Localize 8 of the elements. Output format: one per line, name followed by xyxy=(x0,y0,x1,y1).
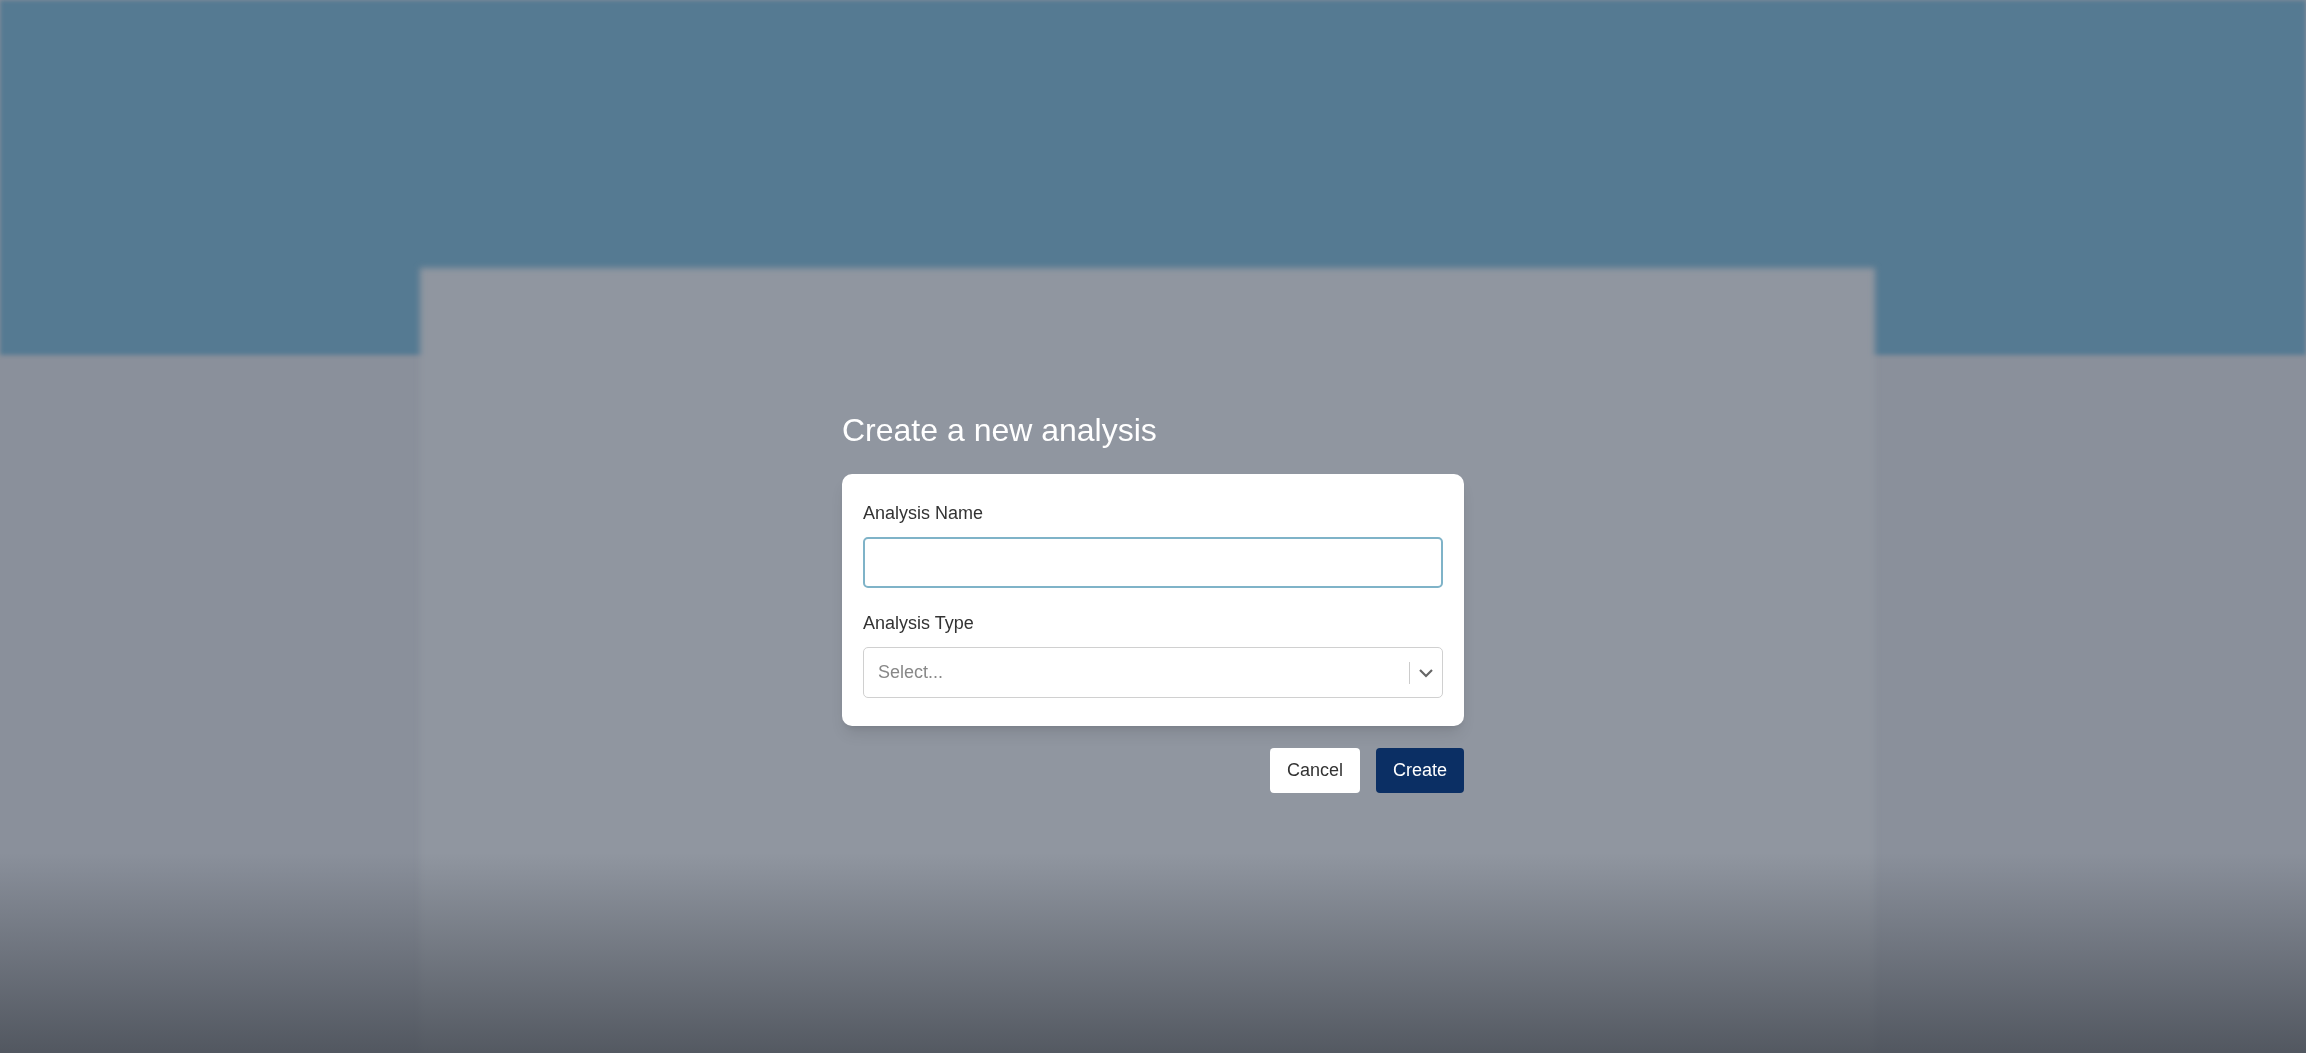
select-field[interactable]: Select... xyxy=(863,647,1443,698)
cancel-button[interactable]: Cancel xyxy=(1269,748,1360,793)
create-button[interactable]: Create xyxy=(1375,748,1464,793)
field-label: Analysis Type xyxy=(863,612,975,635)
input-field[interactable] xyxy=(863,537,1443,588)
dialog-title: Create a new analysis xyxy=(842,411,1158,450)
field-label: Analysis Name xyxy=(863,502,985,525)
chevron-down-icon xyxy=(1418,667,1434,678)
